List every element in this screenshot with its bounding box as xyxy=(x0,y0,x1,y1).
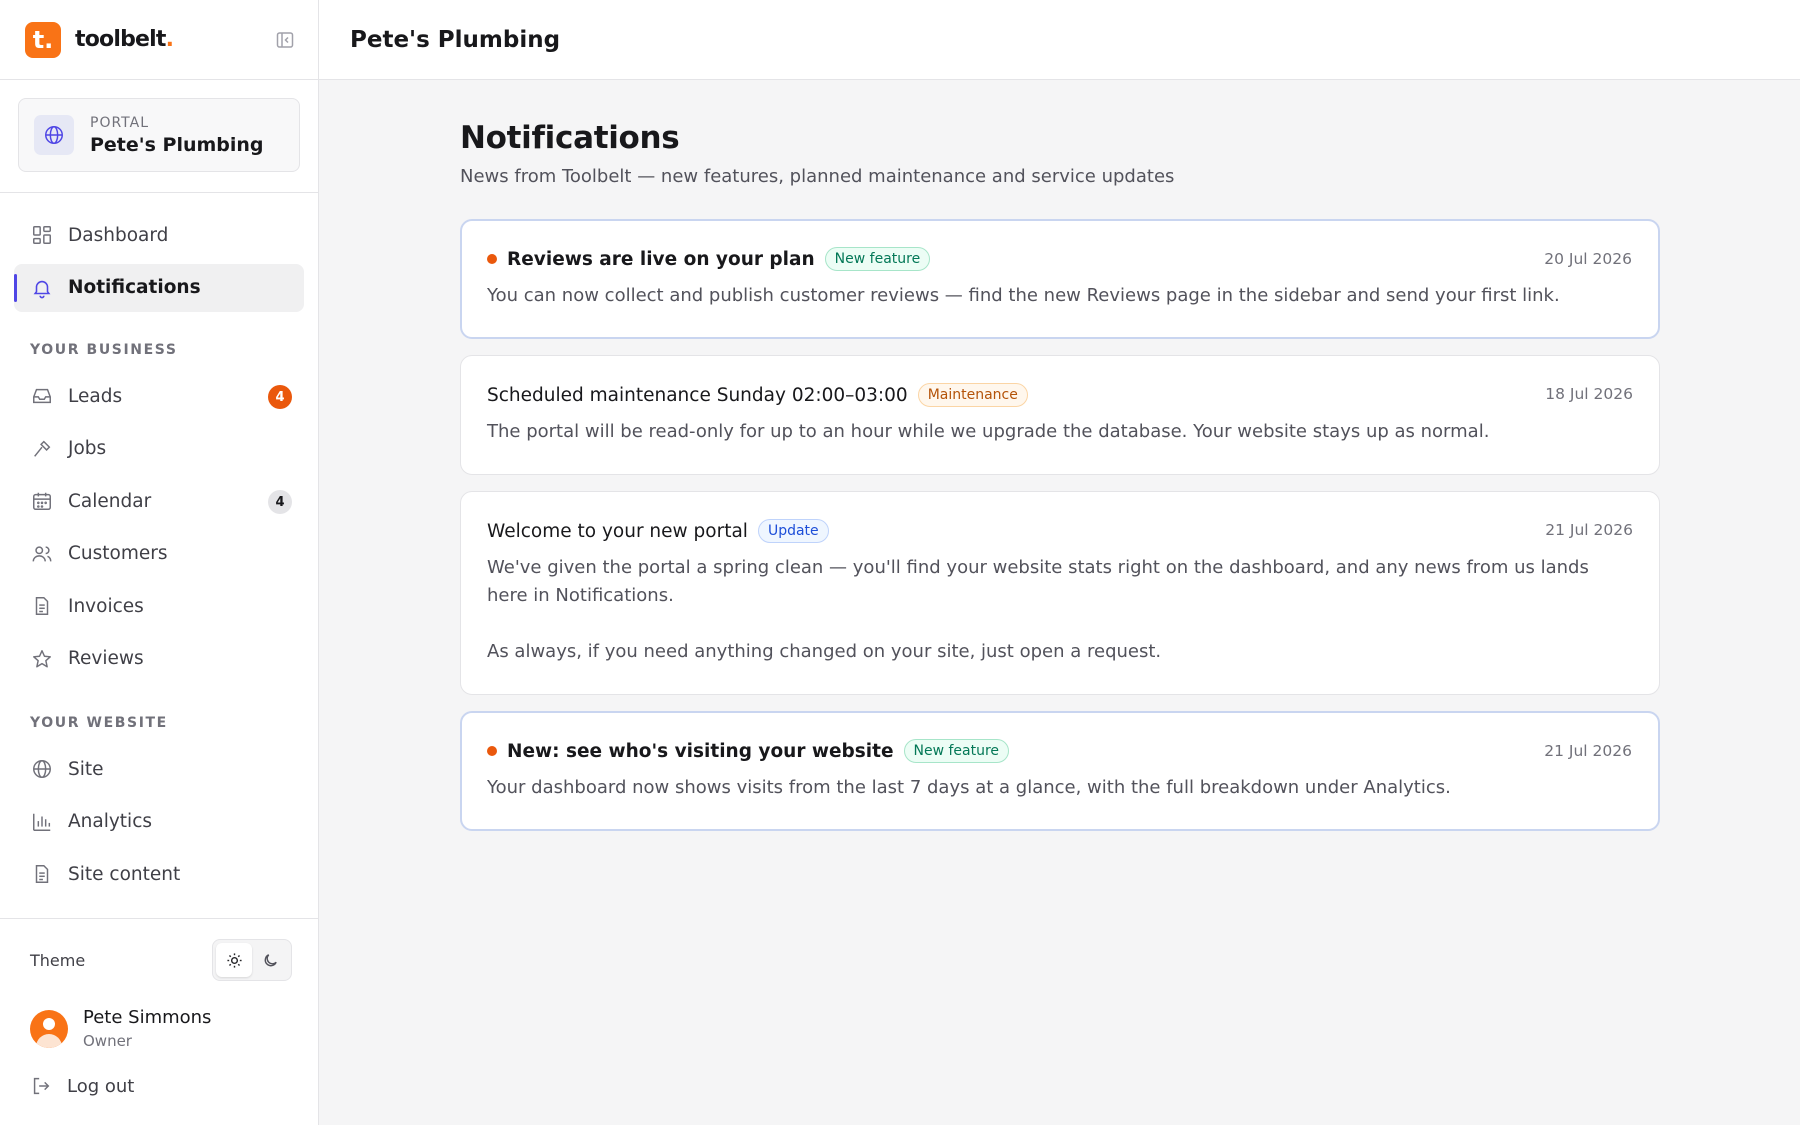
top-bar: Pete's Plumbing xyxy=(319,0,1800,80)
sidebar-item-label: Analytics xyxy=(68,811,153,832)
portal-switcher[interactable]: PORTAL Pete's Plumbing xyxy=(18,98,300,172)
leads-count-badge: 4 xyxy=(268,385,292,409)
notification-card[interactable]: New: see who's visiting your website New… xyxy=(460,711,1660,831)
moon-icon xyxy=(264,953,277,966)
sidebar-item-site-content[interactable]: Site content xyxy=(14,850,304,898)
section-title-your-website: YOUR WEBSITE xyxy=(30,715,168,731)
portal-label: PORTAL xyxy=(90,114,150,131)
theme-label: Theme xyxy=(30,950,86,970)
calendar-icon xyxy=(30,489,54,513)
dashboard-icon xyxy=(30,223,54,247)
notification-list: Reviews are live on your plan New featur… xyxy=(460,219,1660,831)
sidebar-item-site[interactable]: Site xyxy=(14,745,304,793)
sidebar-item-jobs[interactable]: Jobs xyxy=(14,425,304,473)
notification-title: Reviews are live on your plan xyxy=(507,248,815,270)
notification-body: The portal will be read-only for up to a… xyxy=(487,421,1490,442)
sidebar-item-invoices[interactable]: Invoices xyxy=(14,582,304,630)
inbox-icon xyxy=(30,384,54,408)
star-icon xyxy=(30,647,54,671)
dark-theme-button[interactable] xyxy=(252,943,288,977)
page-title: Notifications xyxy=(460,120,680,156)
globe-icon xyxy=(30,757,54,781)
sidebar-item-leads[interactable]: Leads 4 xyxy=(14,372,304,420)
sidebar-item-label: Dashboard xyxy=(68,224,169,246)
calendar-count-badge: 4 xyxy=(268,490,292,514)
sidebar-item-notifications[interactable]: Notifications xyxy=(14,263,304,312)
notification-date: 20 Jul 2026 xyxy=(1544,250,1632,268)
logout-button[interactable]: Log out xyxy=(30,1075,134,1097)
avatar xyxy=(30,1009,68,1048)
sidebar-item-label: Calendar xyxy=(68,490,152,512)
page-subtitle: News from Toolbelt — new features, plann… xyxy=(460,166,1175,187)
logo-text: toolbelt. xyxy=(75,27,174,52)
notification-card[interactable]: Reviews are live on your plan New featur… xyxy=(460,219,1660,339)
sidebar-footer: Theme Pete Simmons Owner Log out xyxy=(0,918,318,1125)
sidebar-item-label: Invoices xyxy=(68,595,144,617)
notification-tag: Maintenance xyxy=(917,383,1028,407)
sidebar-item-label: Site content xyxy=(68,863,181,885)
notification-card[interactable]: Welcome to your new portal Update 21 Jul… xyxy=(460,491,1660,695)
user-role: Owner xyxy=(83,1032,132,1050)
notification-date: 21 Jul 2026 xyxy=(1545,521,1633,539)
document-icon xyxy=(30,862,54,886)
notification-date: 18 Jul 2026 xyxy=(1545,385,1633,403)
notification-body: We've given the portal a spring clean — … xyxy=(487,557,1589,662)
sidebar-item-label: Leads xyxy=(68,385,123,407)
document-icon xyxy=(30,594,54,618)
sidebar-item-label: Jobs xyxy=(68,438,107,459)
unread-dot xyxy=(487,746,497,756)
hammer-icon xyxy=(30,437,54,461)
sidebar-item-label: Notifications xyxy=(68,277,201,298)
notification-title: New: see who's visiting your website xyxy=(507,740,894,762)
light-theme-button[interactable] xyxy=(216,943,252,977)
sidebar-item-label: Reviews xyxy=(68,648,144,669)
notification-body: Your dashboard now shows visits from the… xyxy=(487,777,1451,798)
notification-tag: New feature xyxy=(824,247,931,271)
logout-icon xyxy=(33,1077,50,1095)
sidebar-item-dashboard[interactable]: Dashboard xyxy=(14,211,304,259)
brand: t. toolbelt. xyxy=(0,0,318,80)
bell-icon xyxy=(30,276,54,300)
users-icon xyxy=(30,542,54,566)
portal-name: Pete's Plumbing xyxy=(90,133,264,156)
header-title: Pete's Plumbing xyxy=(350,26,561,53)
sidebar-item-analytics[interactable]: Analytics xyxy=(14,798,304,846)
user-name: Pete Simmons xyxy=(83,1007,212,1028)
sidebar-nav: Dashboard Notifications YOUR BUSINESS Le… xyxy=(0,193,318,898)
logo-mark: t. xyxy=(25,21,61,58)
user-profile[interactable]: Pete Simmons Owner xyxy=(30,1007,211,1050)
bar-chart-icon xyxy=(30,810,54,834)
sidebar-collapse-icon xyxy=(276,32,294,48)
unread-dot xyxy=(487,254,497,264)
section-title-your-business: YOUR BUSINESS xyxy=(30,342,178,358)
notification-title: Scheduled maintenance Sunday 02:00–03:00 xyxy=(487,384,908,406)
collapse-sidebar-button[interactable] xyxy=(274,29,296,51)
sidebar-item-calendar[interactable]: Calendar 4 xyxy=(14,477,304,525)
sidebar-item-label: Site xyxy=(68,758,104,780)
notification-tag: Update xyxy=(757,519,829,543)
notification-tag: New feature xyxy=(903,739,1010,763)
sidebar-item-reviews[interactable]: Reviews xyxy=(14,635,304,683)
notification-card[interactable]: Scheduled maintenance Sunday 02:00–03:00… xyxy=(460,355,1660,475)
notification-date: 21 Jul 2026 xyxy=(1544,742,1632,760)
logout-label: Log out xyxy=(67,1075,135,1097)
notification-title: Welcome to your new portal xyxy=(487,520,748,542)
globe-icon xyxy=(34,115,74,155)
sidebar-item-label: Customers xyxy=(68,543,168,564)
sidebar: t. toolbelt. PORTAL Pete's Plumbing Dash… xyxy=(0,0,319,1125)
sidebar-item-customers[interactable]: Customers xyxy=(14,530,304,578)
main-content: Notifications News from Toolbelt — new f… xyxy=(460,120,1660,847)
theme-toggle xyxy=(212,939,292,981)
notification-body: You can now collect and publish customer… xyxy=(487,285,1560,306)
sun-icon xyxy=(226,952,242,968)
